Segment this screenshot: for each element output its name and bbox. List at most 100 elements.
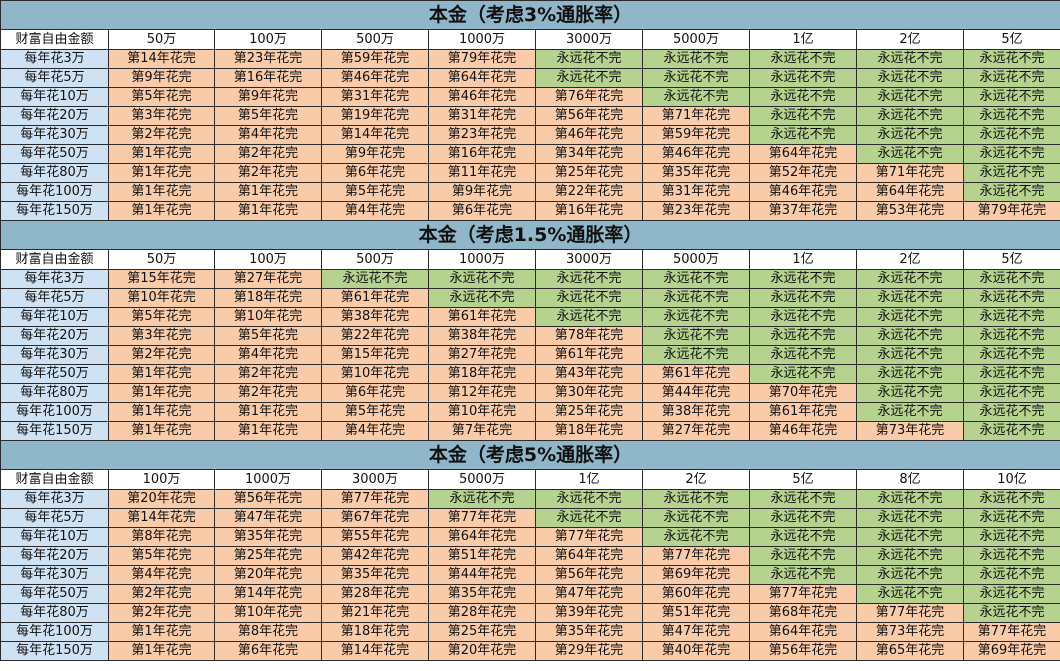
table-cell: 第77年花完 bbox=[962, 622, 1060, 642]
table-cell: 第64年花完 bbox=[428, 527, 536, 547]
table-cell: 第2年花完 bbox=[214, 144, 322, 164]
table-cell: 第29年花完 bbox=[535, 641, 643, 661]
table-cell: 第28年花完 bbox=[428, 603, 536, 623]
table-cell: 第5年花完 bbox=[214, 106, 322, 126]
table-cell: 永远花不完 bbox=[856, 307, 964, 327]
table-cell: 第46年花完 bbox=[535, 125, 643, 145]
table-cell: 第59年花完 bbox=[321, 49, 429, 69]
table-cell: 第5年花完 bbox=[108, 546, 215, 566]
table-cell: 第1年花完 bbox=[214, 201, 322, 221]
table-cell: 永远花不完 bbox=[856, 565, 964, 585]
table-cell: 永远花不完 bbox=[962, 584, 1060, 604]
row-label: 每年花50万 bbox=[0, 144, 109, 164]
column-header: 2亿 bbox=[642, 469, 750, 490]
table-row: 每年花5万 第14年花完 第47年花完 第67年花完 第77年花完 永远花不完 永远花不完永… bbox=[0, 508, 1060, 528]
table-cell: 第79年花完 bbox=[962, 201, 1060, 221]
table-cell: 第25年花完 bbox=[535, 163, 643, 183]
table-cell: 永远花不完 bbox=[962, 49, 1060, 69]
table-cell: 永远花不完 bbox=[856, 87, 964, 107]
column-header: 2亿 bbox=[856, 249, 964, 270]
table-cell: 第14年花完 bbox=[108, 49, 215, 69]
column-header-row: 财富自由金额 50万 100万 500万 1000万 3000万 5000万 1亿 2亿 5亿 bbox=[0, 249, 1060, 270]
table-cell: 第71年花完 bbox=[856, 163, 964, 183]
table-cell: 第1年花完 bbox=[108, 622, 215, 642]
table-cell: 永远花不完 bbox=[749, 546, 857, 566]
table-cell: 永远花不完 bbox=[749, 87, 857, 107]
column-header: 1000万 bbox=[214, 469, 322, 490]
row-label: 每年花20万 bbox=[0, 546, 109, 566]
row-label: 每年花100万 bbox=[0, 402, 109, 422]
table-cell: 第22年花完 bbox=[535, 182, 643, 202]
table-cell: 永远花不完 bbox=[962, 527, 1060, 547]
table-cell: 第2年花完 bbox=[108, 584, 215, 604]
table-cell: 永远花不完 bbox=[642, 288, 750, 308]
table-cell: 第47年花完 bbox=[214, 508, 322, 528]
table-cell: 永远花不完 bbox=[962, 546, 1060, 566]
table-cell: 永远花不完 bbox=[962, 163, 1060, 183]
table-cell: 第3年花完 bbox=[108, 106, 215, 126]
column-header: 3000万 bbox=[535, 29, 643, 50]
table-cell: 第31年花完 bbox=[428, 106, 536, 126]
table-cell: 第3年花完 bbox=[108, 326, 215, 346]
table-row: 每年花100万 第1年花完 第8年花完 第18年花完 第25年花完 第35年花完 第47年花… bbox=[0, 622, 1060, 642]
table-cell: 第64年花完 bbox=[428, 68, 536, 88]
table-cell: 永远花不完 bbox=[856, 508, 964, 528]
table-cell: 永远花不完 bbox=[535, 68, 643, 88]
table-cell: 第59年花完 bbox=[642, 125, 750, 145]
row-label: 每年花5万 bbox=[0, 508, 109, 528]
table-cell: 永远花不完 bbox=[749, 489, 857, 509]
table-row: 每年花3万 第14年花完 第23年花完 第59年花完 第79年花完 永远花不完 永远花不完永… bbox=[0, 49, 1060, 69]
table-cell: 第42年花完 bbox=[321, 546, 429, 566]
column-header: 5000万 bbox=[428, 469, 536, 490]
table-cell: 永远花不完 bbox=[856, 584, 964, 604]
table-cell: 第2年花完 bbox=[108, 603, 215, 623]
column-header-row: 财富自由金额 50万 100万 500万 1000万 3000万 5000万 1亿 2亿 5亿 bbox=[0, 29, 1060, 50]
table-cell: 永远花不完 bbox=[962, 182, 1060, 202]
column-header: 5亿 bbox=[749, 469, 857, 490]
table-cell: 永远花不完 bbox=[749, 269, 857, 289]
table-cell: 永远花不完 bbox=[749, 288, 857, 308]
table-cell: 第56年花完 bbox=[535, 565, 643, 585]
table-cell: 第20年花完 bbox=[108, 489, 215, 509]
table-cell: 第10年花完 bbox=[108, 288, 215, 308]
column-header: 5000万 bbox=[642, 29, 750, 50]
table-cell: 永远花不完 bbox=[642, 68, 750, 88]
table-cell: 永远花不完 bbox=[856, 527, 964, 547]
row-label: 每年花150万 bbox=[0, 641, 109, 661]
row-label: 每年花80万 bbox=[0, 383, 109, 403]
table-row: 每年花10万 第8年花完 第35年花完 第55年花完 第64年花完 第77年花完 永远花不完… bbox=[0, 527, 1060, 547]
table-cell: 第5年花完 bbox=[321, 182, 429, 202]
table-row: 每年花3万 第20年花完 第56年花完 第77年花完 永远花不完 永远花不完 永远花不完 永远… bbox=[0, 489, 1060, 509]
table-cell: 第77年花完 bbox=[321, 489, 429, 509]
table-cell: 永远花不完 bbox=[749, 307, 857, 327]
table-cell: 第40年花完 bbox=[642, 641, 750, 661]
table-cell: 第64年花完 bbox=[535, 546, 643, 566]
column-header: 1000万 bbox=[428, 249, 536, 270]
table-cell: 第37年花完 bbox=[749, 201, 857, 221]
table-cell: 第18年花完 bbox=[428, 364, 536, 384]
table-cell: 第4年花完 bbox=[214, 125, 322, 145]
table-row: 每年花3万 第15年花完 第27年花完 永远花不完 永远花不完 永远花不完 永远花不完 永远花… bbox=[0, 269, 1060, 289]
table-cell: 永远花不完 bbox=[642, 527, 750, 547]
table-cell: 永远花不完 bbox=[962, 421, 1060, 441]
table-cell: 第64年花完 bbox=[856, 182, 964, 202]
table-cell: 第9年花完 bbox=[428, 182, 536, 202]
table-cell: 永远花不完 bbox=[428, 288, 536, 308]
table-cell: 第6年花完 bbox=[214, 641, 322, 661]
table-cell: 第20年花完 bbox=[214, 565, 322, 585]
column-header: 500万 bbox=[321, 29, 429, 50]
table-cell: 第77年花完 bbox=[642, 546, 750, 566]
table-cell: 第23年花完 bbox=[214, 49, 322, 69]
table-cell: 第76年花完 bbox=[535, 87, 643, 107]
table-cell: 第27年花完 bbox=[428, 345, 536, 365]
column-header: 1亿 bbox=[749, 29, 857, 50]
table-cell: 永远花不完 bbox=[962, 144, 1060, 164]
table-cell: 第77年花完 bbox=[535, 527, 643, 547]
wealth-tables: 本金（考虑3%通胀率） 财富自由金额 50万 100万 500万 1000万 3000万 50… bbox=[0, 0, 1060, 661]
tables-body: 本金（考虑3%通胀率） 财富自由金额 50万 100万 500万 1000万 3000万 50… bbox=[0, 0, 1060, 661]
table-cell: 第56年花完 bbox=[214, 489, 322, 509]
table-cell: 第23年花完 bbox=[642, 201, 750, 221]
table-cell: 永远花不完 bbox=[642, 269, 750, 289]
table-cell: 第5年花完 bbox=[214, 326, 322, 346]
table-row: 每年花50万 第1年花完 第2年花完 第9年花完 第16年花完 第34年花完 第46年花完第… bbox=[0, 144, 1060, 164]
